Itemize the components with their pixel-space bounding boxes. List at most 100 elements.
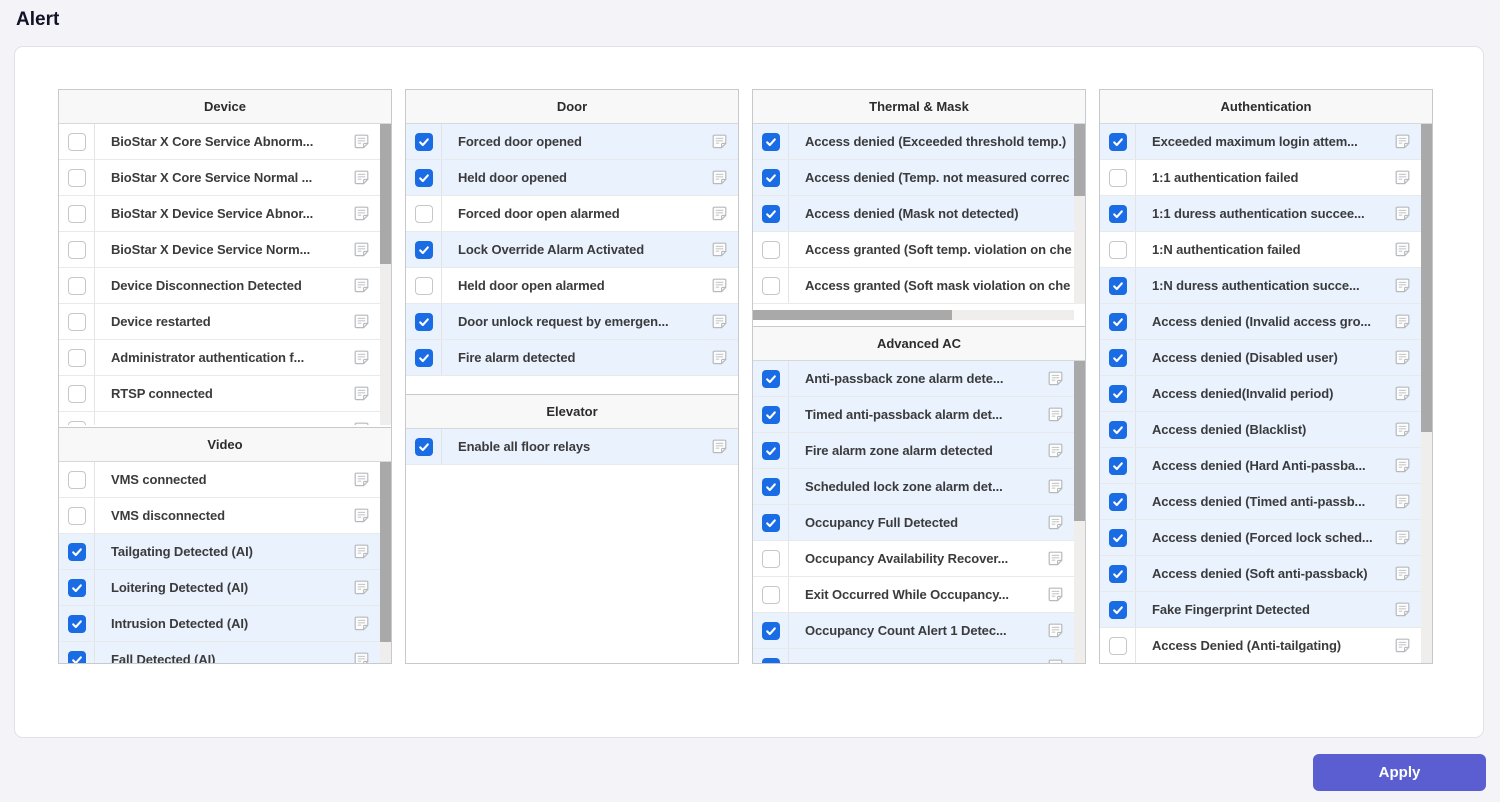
checkbox[interactable] [1109,457,1127,475]
memo-icon[interactable] [353,169,370,186]
checkbox[interactable] [1109,385,1127,403]
checkbox[interactable] [1109,205,1127,223]
checkbox[interactable] [1109,421,1127,439]
memo-icon[interactable] [1047,658,1064,663]
alert-row[interactable]: BioStar X Core Service Abnorm... [59,124,391,160]
alert-row[interactable]: Fall Detected (AI) [59,642,391,664]
alert-row[interactable]: Occupancy Count Alert 1 Detec... [753,613,1085,649]
checkbox[interactable] [762,514,780,532]
vertical-scrollbar[interactable] [380,462,391,664]
vertical-scrollbar[interactable] [1421,124,1432,664]
memo-icon[interactable] [1394,637,1411,654]
alert-row[interactable]: Occupancy Availability Recover... [753,541,1085,577]
memo-icon[interactable] [1047,478,1064,495]
checkbox[interactable] [68,349,86,367]
horizontal-scrollbar[interactable] [753,310,1074,320]
memo-icon[interactable] [353,277,370,294]
checkbox[interactable] [762,277,780,295]
alert-row[interactable]: Access denied (Soft anti-passback) [1100,556,1432,592]
checkbox[interactable] [762,658,780,664]
memo-icon[interactable] [1394,349,1411,366]
alert-row[interactable]: Access denied (Temp. not measured correc [753,160,1085,196]
vertical-scrollbar[interactable] [1074,124,1085,304]
memo-icon[interactable] [1394,493,1411,510]
alert-row[interactable]: Access denied (Invalid access gro... [1100,304,1432,340]
checkbox[interactable] [68,471,86,489]
alert-row[interactable]: Forced door opened [406,124,738,160]
memo-icon[interactable] [711,241,728,258]
alert-row[interactable]: Access denied (Hard Anti-passba... [1100,448,1432,484]
checkbox[interactable] [1109,529,1127,547]
memo-icon[interactable] [711,438,728,455]
alert-row[interactable]: Held door opened [406,160,738,196]
memo-icon[interactable] [353,579,370,596]
checkbox[interactable] [415,205,433,223]
memo-icon[interactable] [711,169,728,186]
scrollbar-thumb[interactable] [380,462,391,642]
checkbox[interactable] [68,543,86,561]
checkbox[interactable] [1109,565,1127,583]
memo-icon[interactable] [1394,169,1411,186]
memo-icon[interactable] [1047,514,1064,531]
checkbox[interactable] [762,406,780,424]
apply-button[interactable]: Apply [1313,754,1486,791]
alert-row[interactable]: Enable all floor relays [406,429,738,465]
scrollbar-thumb[interactable] [1074,361,1085,521]
checkbox[interactable] [762,442,780,460]
alert-row[interactable]: Access granted (Soft mask violation on c… [753,268,1085,304]
memo-icon[interactable] [1394,313,1411,330]
alert-row[interactable]: Access denied (Forced lock sched... [1100,520,1432,556]
alert-row[interactable]: BioStar X Device Service Norm... [59,232,391,268]
scrollbar-thumb[interactable] [1074,124,1085,196]
memo-icon[interactable] [711,349,728,366]
checkbox[interactable] [68,507,86,525]
alert-row[interactable]: Access denied (Disabled user) [1100,340,1432,376]
memo-icon[interactable] [353,507,370,524]
alert-row[interactable]: Device Disconnection Detected [59,268,391,304]
checkbox[interactable] [1109,241,1127,259]
alert-row[interactable]: BioStar X Device Service Abnor... [59,196,391,232]
memo-icon[interactable] [711,205,728,222]
checkbox[interactable] [762,550,780,568]
memo-icon[interactable] [353,349,370,366]
memo-icon[interactable] [1047,622,1064,639]
checkbox[interactable] [762,133,780,151]
alert-row[interactable]: Access granted (Soft temp. violation on … [753,232,1085,268]
memo-icon[interactable] [353,241,370,258]
alert-row[interactable]: 1:N duress authentication succe... [1100,268,1432,304]
alert-row[interactable]: Exit Occurred While Occupancy... [753,577,1085,613]
checkbox[interactable] [415,133,433,151]
memo-icon[interactable] [1047,406,1064,423]
memo-icon[interactable] [711,133,728,150]
memo-icon[interactable] [353,205,370,222]
alert-row[interactable]: Access denied (Exceeded threshold temp.) [753,124,1085,160]
checkbox[interactable] [68,579,86,597]
alert-row[interactable]: Scheduled lock zone alarm det... [753,469,1085,505]
checkbox[interactable] [1109,133,1127,151]
alert-row[interactable]: Door unlock request by emergen... [406,304,738,340]
alert-row[interactable]: Loitering Detected (AI) [59,570,391,606]
memo-icon[interactable] [1394,565,1411,582]
alert-row[interactable]: Held door open alarmed [406,268,738,304]
memo-icon[interactable] [353,313,370,330]
memo-icon[interactable] [1047,370,1064,387]
alert-row[interactable]: Lock Override Alarm Activated [406,232,738,268]
checkbox[interactable] [1109,277,1127,295]
checkbox[interactable] [68,385,86,403]
memo-icon[interactable] [353,421,370,425]
checkbox[interactable] [415,349,433,367]
memo-icon[interactable] [1394,205,1411,222]
checkbox[interactable] [415,438,433,456]
alert-row[interactable]: RTSP connected [59,376,391,412]
checkbox[interactable] [68,421,86,426]
memo-icon[interactable] [1394,457,1411,474]
alert-row[interactable]: Tailgating Detected (AI) [59,534,391,570]
alert-row[interactable]: Access denied (Mask not detected) [753,196,1085,232]
alert-row[interactable]: VMS connected [59,462,391,498]
checkbox[interactable] [1109,349,1127,367]
alert-row[interactable]: Anti-passback zone alarm dete... [753,361,1085,397]
checkbox[interactable] [68,133,86,151]
memo-icon[interactable] [353,543,370,560]
checkbox[interactable] [68,313,86,331]
checkbox[interactable] [68,169,86,187]
